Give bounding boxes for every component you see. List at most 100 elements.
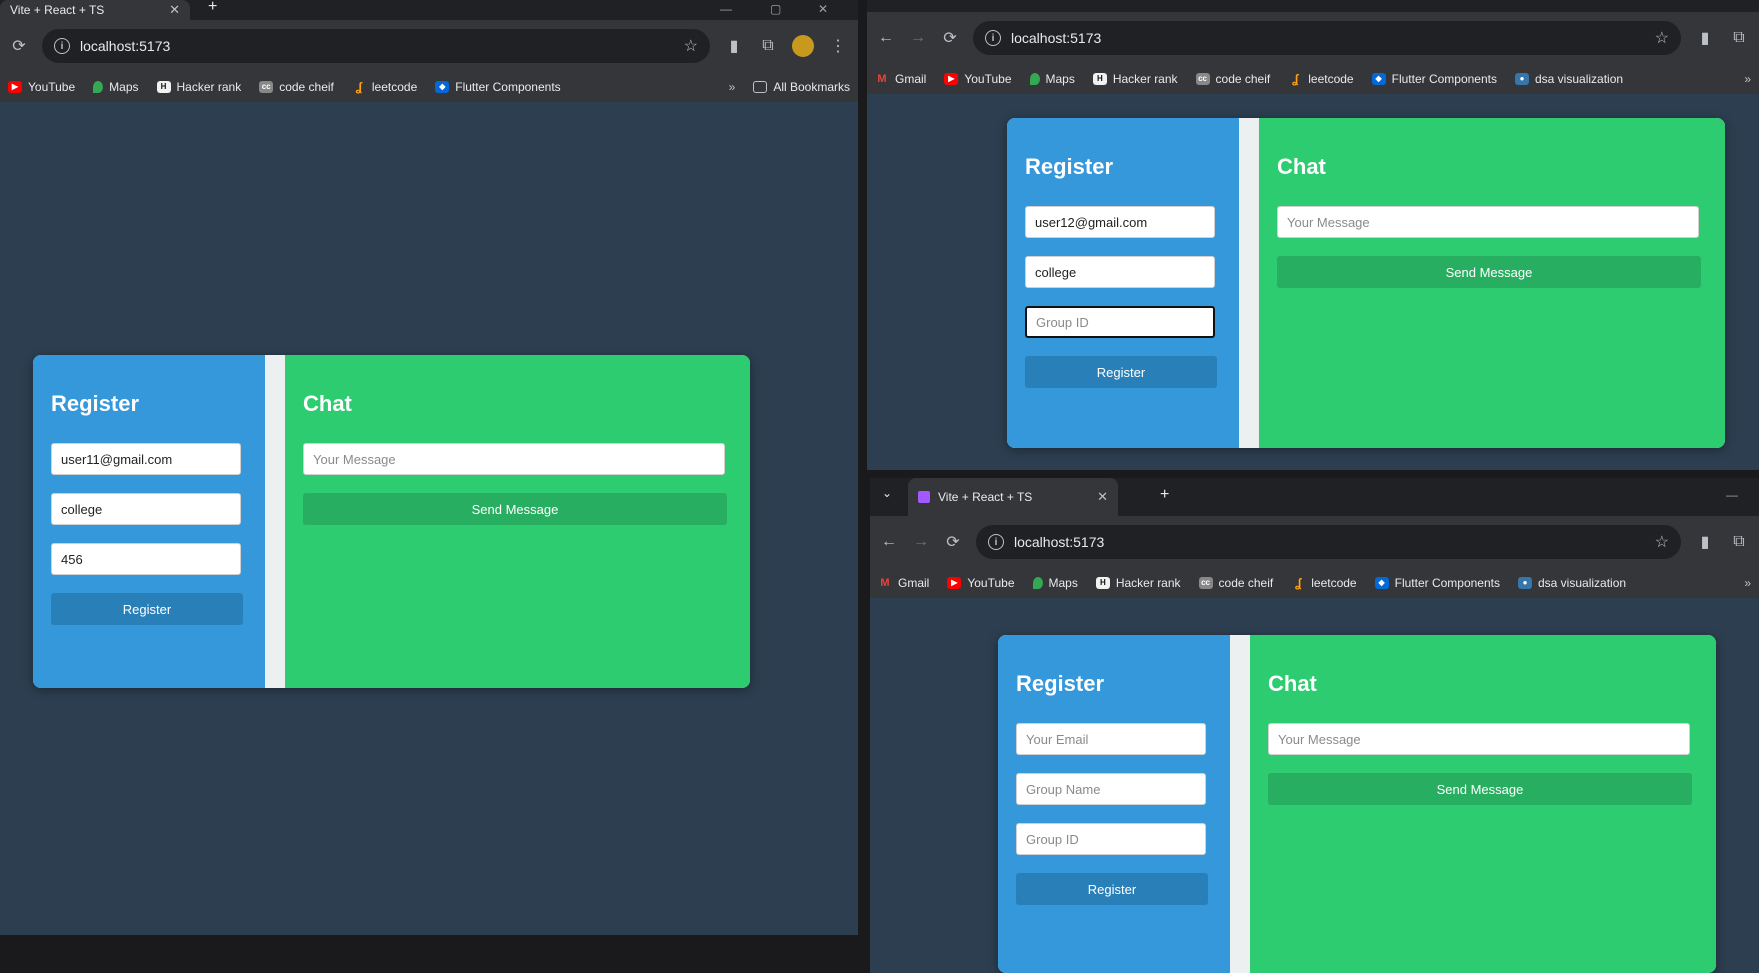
bookmarks-overflow-icon[interactable]: » [729,80,736,94]
bookmark-flutter[interactable]: ◆ Flutter Components [435,80,561,94]
bookmark-star-icon[interactable]: ☆ [1655,532,1669,552]
reading-list-icon[interactable]: ▮ [1695,532,1715,552]
back-icon[interactable]: ← [880,533,898,551]
send-message-button[interactable]: Send Message [303,493,727,525]
bookmarks-overflow-icon[interactable]: » [1744,72,1751,86]
leetcode-icon: ʆ [1291,72,1299,86]
browser-window-left: Vite + React + TS ✕ + — ▢ ✕ ⟳ i localhos… [0,0,858,935]
bookmark-youtube[interactable]: ▶ YouTube [947,576,1015,590]
address-bar[interactable]: i localhost:5173 ☆ [973,21,1681,55]
maps-icon [1029,73,1040,85]
site-info-icon[interactable]: i [985,30,1001,46]
register-title: Register [51,391,140,416]
bookmark-flutter[interactable]: ◆ Flutter Components [1371,72,1497,86]
extensions-icon[interactable]: ⧉ [758,37,778,55]
bookmark-star-icon[interactable]: ☆ [1655,28,1669,48]
bookmark-star-icon[interactable]: ☆ [684,36,698,56]
group-name-field[interactable]: college [1025,256,1215,288]
chat-app-card: Register user11@gmail.com college 456 Re… [33,355,750,688]
forward-icon[interactable]: → [912,533,930,551]
reading-list-icon[interactable]: ▮ [724,36,744,56]
send-message-button[interactable]: Send Message [1268,773,1692,805]
close-tab-icon[interactable]: ✕ [169,2,180,18]
panel-divider [1230,635,1250,973]
register-panel: Register Your Email Group Name Group ID … [998,635,1230,973]
page-content: Register user12@gmail.com college Group … [867,94,1759,470]
bookmark-leetcode[interactable]: ʆ leetcode [1291,576,1357,590]
site-info-icon[interactable]: i [54,38,70,54]
reload-icon[interactable]: ⟳ [10,36,28,56]
register-button[interactable]: Register [51,593,243,625]
bookmark-maps[interactable]: Maps [1032,576,1078,590]
email-field[interactable]: user12@gmail.com [1025,206,1215,238]
tab-search-chevron-icon[interactable]: ⌄ [882,486,892,500]
email-field[interactable]: Your Email [1016,723,1206,755]
register-title: Register [1025,154,1114,179]
bookmark-hackerrank[interactable]: H Hacker rank [1095,576,1181,590]
bookmark-maps[interactable]: Maps [1029,72,1075,86]
site-info-icon[interactable]: i [988,534,1004,550]
group-id-field[interactable]: 456 [51,543,241,575]
bookmark-codechef[interactable]: cc code cheif [1198,576,1273,590]
bookmark-gmail[interactable]: M Gmail [875,72,926,86]
message-input[interactable]: Your Message [1268,723,1690,755]
address-bar[interactable]: i localhost:5173 ☆ [42,29,710,63]
bookmark-dsa-visualization[interactable]: ● dsa visualization [1515,72,1623,86]
reload-icon[interactable]: ⟳ [941,28,959,48]
minimize-icon[interactable]: — [1726,488,1738,502]
bookmarks-overflow-icon[interactable]: » [1744,576,1751,590]
bookmark-dsa-visualization[interactable]: ● dsa visualization [1518,576,1626,590]
register-button[interactable]: Register [1016,873,1208,905]
new-tab-button[interactable]: + [1160,486,1169,504]
browser-window-top-right: ← → ⟳ i localhost:5173 ☆ ▮ ⧉ M Gmail ▶ You… [867,0,1759,470]
bookmark-hackerrank[interactable]: H Hacker rank [156,80,241,94]
address-bar[interactable]: i localhost:5173 ☆ [976,525,1681,559]
bookmarks-bar: M Gmail ▶ YouTube Maps H Hacker rank cc code… [870,568,1759,598]
back-icon[interactable]: ← [877,29,895,47]
message-input[interactable]: Your Message [303,443,725,475]
chat-panel: Chat Your Message Send Message [1250,635,1716,973]
email-field[interactable]: user11@gmail.com [51,443,241,475]
group-id-field[interactable]: Group ID [1016,823,1206,855]
minimize-icon[interactable]: — [720,2,732,16]
chat-title: Chat [1277,154,1326,179]
group-id-field[interactable]: Group ID [1025,306,1215,338]
new-tab-button[interactable]: + [208,0,217,16]
close-tab-icon[interactable]: ✕ [1097,489,1108,505]
bookmark-codechef[interactable]: cc code cheif [259,80,334,94]
bookmark-youtube[interactable]: ▶ YouTube [944,72,1012,86]
close-window-icon[interactable]: ✕ [818,2,828,16]
codechef-icon: cc [1195,73,1210,85]
bookmark-flutter[interactable]: ◆ Flutter Components [1374,576,1500,590]
browser-tab[interactable]: Vite + React + TS ✕ [908,478,1118,516]
browser-tab[interactable]: Vite + React + TS ✕ [0,0,190,20]
send-message-button[interactable]: Send Message [1277,256,1701,288]
bookmark-leetcode[interactable]: ʆ leetcode [1288,72,1354,86]
bookmark-hackerrank[interactable]: H Hacker rank [1092,72,1178,86]
extensions-icon[interactable]: ⧉ [1729,533,1749,551]
extensions-icon[interactable]: ⧉ [1729,29,1749,47]
bookmark-leetcode[interactable]: ʆ leetcode [352,80,418,94]
bookmark-youtube[interactable]: ▶ YouTube [8,80,75,94]
python-icon: ● [1515,73,1529,85]
register-button[interactable]: Register [1025,356,1217,388]
hackerrank-icon: H [156,81,171,93]
forward-icon[interactable]: → [909,29,927,47]
youtube-icon: ▶ [8,81,22,93]
bookmark-gmail[interactable]: M Gmail [878,576,929,590]
tab-strip: Vite + React + TS ✕ + — ▢ ✕ [0,0,858,20]
reading-list-icon[interactable]: ▮ [1695,28,1715,48]
profile-avatar[interactable] [792,35,814,57]
page-content: Register Your Email Group Name Group ID … [870,598,1759,973]
maximize-icon[interactable]: ▢ [770,2,781,16]
bookmark-maps[interactable]: Maps [93,80,139,94]
menu-kebab-icon[interactable]: ⋮ [828,36,848,56]
group-name-field[interactable]: Group Name [1016,773,1206,805]
all-bookmarks[interactable]: All Bookmarks [753,80,850,94]
url-text: localhost:5173 [1014,534,1105,550]
group-name-field[interactable]: college [51,493,241,525]
reload-icon[interactable]: ⟳ [944,532,962,552]
chat-app-card: Register Your Email Group Name Group ID … [998,635,1716,973]
bookmark-codechef[interactable]: cc code cheif [1195,72,1270,86]
message-input[interactable]: Your Message [1277,206,1699,238]
